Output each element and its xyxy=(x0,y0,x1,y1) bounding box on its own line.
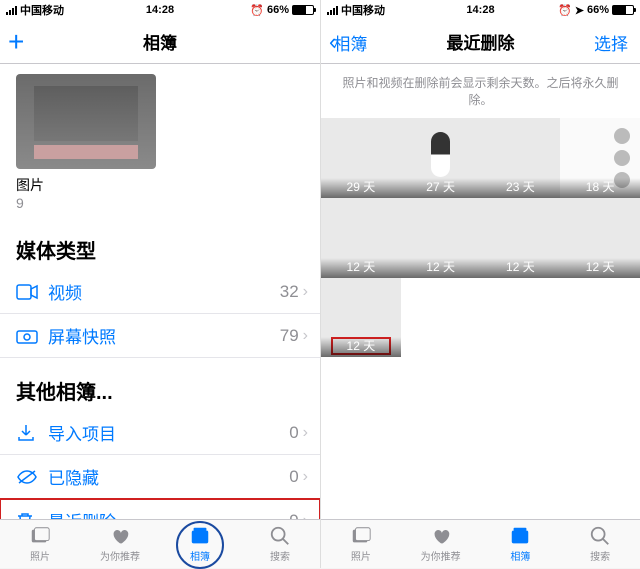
battery-pct: 66% xyxy=(267,4,289,16)
search-icon xyxy=(588,525,612,547)
photo-cell[interactable]: 12 天 xyxy=(321,198,401,278)
status-bar: 中国移动 14:28 ⏰ ➤ 66% xyxy=(321,0,640,20)
row-screenshots[interactable]: 屏幕快照 79 › xyxy=(0,314,320,358)
info-banner: 照片和视频在删除前会显示剩余天数。之后将永久删除。 xyxy=(321,64,640,118)
recently-deleted-content: 照片和视频在删除前会显示剩余天数。之后将永久删除。 29 天 27 天 23 天… xyxy=(321,64,640,519)
section-media-types: 媒体类型 xyxy=(0,217,320,270)
row-count: 0 xyxy=(289,467,298,487)
nav-bar: + 相簿 xyxy=(0,20,320,64)
albums-icon xyxy=(508,525,532,547)
tab-albums[interactable]: 相簿 xyxy=(160,520,240,568)
tab-bar: 照片 为你推荐 相簿 搜索 xyxy=(321,519,640,568)
alarm-icon: ⏰ xyxy=(250,4,264,17)
photo-grid: 29 天 27 天 23 天 18 天 12 天 12 天 12 天 12 天 … xyxy=(321,118,640,357)
carrier: 中国移动 xyxy=(341,2,385,18)
back-label: 相簿 xyxy=(333,30,367,55)
battery-icon xyxy=(292,5,314,15)
row-videos[interactable]: 视频 32 › xyxy=(0,270,320,314)
add-button[interactable]: + xyxy=(8,20,24,64)
nav-bar: ‹ 相簿 最近删除 选择 xyxy=(321,20,640,64)
import-icon xyxy=(16,423,42,443)
tab-label: 相簿 xyxy=(190,548,210,563)
row-count: 0 xyxy=(289,423,298,443)
photo-cell[interactable]: 27 天 xyxy=(401,118,481,198)
row-count: 9 xyxy=(289,511,298,520)
foryou-icon xyxy=(108,525,132,547)
status-bar: 中国移动 14:28 ⏰ 66% xyxy=(0,0,320,20)
chevron-right-icon: › xyxy=(303,512,308,520)
albums-icon xyxy=(188,525,212,547)
tab-label: 照片 xyxy=(351,548,371,563)
tab-foryou[interactable]: 为你推荐 xyxy=(80,520,160,568)
tab-label: 照片 xyxy=(30,548,50,563)
tab-albums[interactable]: 相簿 xyxy=(481,520,561,568)
row-label: 已隐藏 xyxy=(42,464,289,489)
tab-label: 相簿 xyxy=(510,548,530,563)
album-count: 9 xyxy=(16,195,304,211)
photo-cell[interactable]: 18 天 xyxy=(560,118,640,198)
row-hidden[interactable]: 已隐藏 0 › xyxy=(0,455,320,499)
row-label: 屏幕快照 xyxy=(42,323,280,348)
albums-content: 图片 9 媒体类型 视频 32 › 屏幕快照 79 › 其他相簿... 导入项目… xyxy=(0,64,320,519)
search-icon xyxy=(268,525,292,547)
signal-icon xyxy=(327,6,338,15)
chevron-right-icon: › xyxy=(303,327,308,345)
nav-title: 相簿 xyxy=(143,29,177,54)
battery-icon xyxy=(612,5,634,15)
nav-title: 最近删除 xyxy=(447,29,515,54)
photo-cell[interactable]: 12 天 xyxy=(321,278,401,358)
hidden-icon xyxy=(16,469,42,485)
tab-label: 为你推荐 xyxy=(421,548,461,563)
photo-cell[interactable]: 23 天 xyxy=(481,118,561,198)
location-icon: ➤ xyxy=(575,4,584,17)
tab-label: 搜索 xyxy=(270,548,290,563)
tab-foryou[interactable]: 为你推荐 xyxy=(401,520,481,568)
album-title: 图片 xyxy=(16,175,304,195)
photo-cell[interactable]: 12 天 xyxy=(481,198,561,278)
tab-search[interactable]: 搜索 xyxy=(240,520,320,568)
carrier: 中国移动 xyxy=(20,2,64,18)
back-button[interactable]: ‹ 相簿 xyxy=(329,20,367,64)
tab-search[interactable]: 搜索 xyxy=(560,520,640,568)
photo-cell[interactable]: 29 天 xyxy=(321,118,401,198)
photo-cell[interactable]: 12 天 xyxy=(401,198,481,278)
video-icon xyxy=(16,284,42,300)
tab-bar: 照片 为你推荐 相簿 搜索 xyxy=(0,519,320,568)
row-recently-deleted[interactable]: 最近删除 9 › xyxy=(0,499,320,519)
photos-icon xyxy=(349,525,373,547)
row-count: 79 xyxy=(280,326,299,346)
signal-icon xyxy=(6,6,17,15)
photo-cell[interactable]: 12 天 xyxy=(560,198,640,278)
album-thumbnail xyxy=(16,74,156,169)
tab-label: 为你推荐 xyxy=(100,548,140,563)
row-label: 视频 xyxy=(42,279,280,304)
album-card[interactable]: 图片 9 xyxy=(0,64,320,217)
phone-right: 中国移动 14:28 ⏰ ➤ 66% ‹ 相簿 最近删除 选择 照片和视频在删除… xyxy=(320,0,640,568)
status-time: 14:28 xyxy=(146,4,174,16)
row-count: 32 xyxy=(280,282,299,302)
foryou-icon xyxy=(429,525,453,547)
chevron-right-icon: › xyxy=(303,283,308,301)
photos-icon xyxy=(28,525,52,547)
trash-icon xyxy=(16,511,42,520)
section-other-albums: 其他相簿... xyxy=(0,358,320,411)
select-button[interactable]: 选择 xyxy=(594,20,628,64)
chevron-right-icon: › xyxy=(303,424,308,442)
tab-label: 搜索 xyxy=(590,548,610,563)
tab-photos[interactable]: 照片 xyxy=(0,520,80,568)
tab-photos[interactable]: 照片 xyxy=(321,520,401,568)
phone-left: 中国移动 14:28 ⏰ 66% + 相簿 图片 9 媒体类型 视频 32 › … xyxy=(0,0,320,568)
status-time: 14:28 xyxy=(466,4,494,16)
row-label: 最近删除 xyxy=(42,508,289,519)
screenshot-icon xyxy=(16,328,42,344)
row-label: 导入项目 xyxy=(42,420,289,445)
row-imports[interactable]: 导入项目 0 › xyxy=(0,411,320,455)
plus-icon: + xyxy=(8,28,24,56)
battery-pct: 66% xyxy=(587,4,609,16)
chevron-right-icon: › xyxy=(303,468,308,486)
alarm-icon: ⏰ xyxy=(558,4,572,17)
